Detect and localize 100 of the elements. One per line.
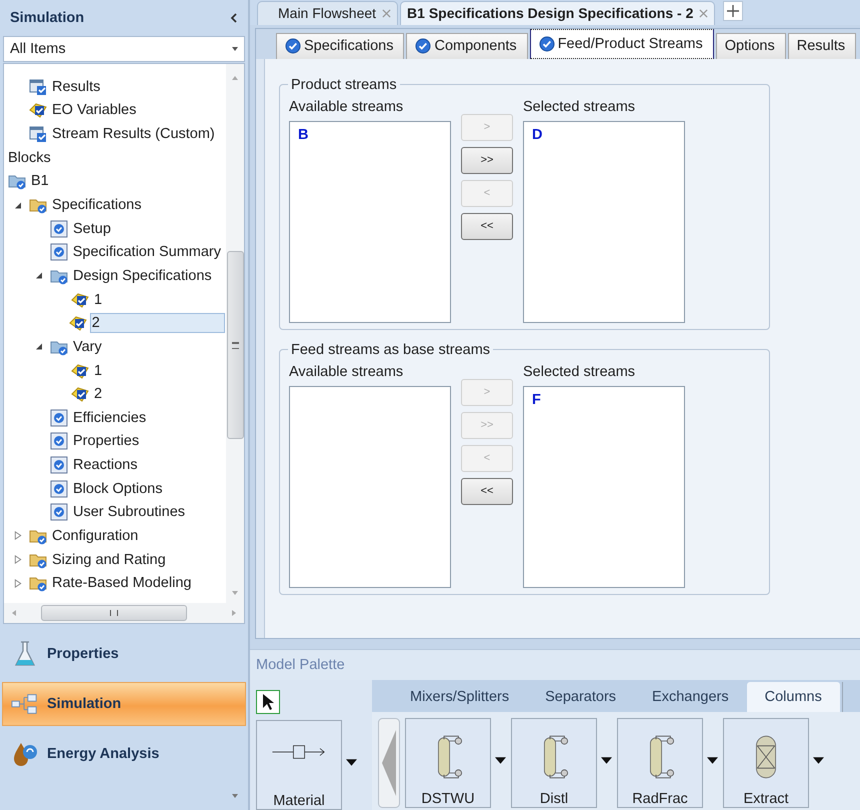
check-circle-icon bbox=[285, 38, 301, 54]
panel-title: Simulation bbox=[10, 10, 84, 26]
palette-tab[interactable]: Exchangers bbox=[634, 682, 747, 712]
collapsed-arrow-icon[interactable] bbox=[14, 531, 22, 540]
tree-item[interactable]: Configuration bbox=[50, 526, 142, 546]
form-check-icon bbox=[50, 503, 68, 522]
form-check-icon bbox=[50, 243, 68, 262]
pointer-tool-icon[interactable] bbox=[256, 690, 280, 714]
check-diamond-icon bbox=[71, 385, 89, 404]
model-button[interactable]: Extract bbox=[723, 718, 809, 808]
tree-item[interactable]: Stream Results (Custom) bbox=[50, 124, 219, 144]
collapsed-arrow-icon[interactable] bbox=[14, 578, 22, 588]
form-check-icon bbox=[50, 220, 68, 238]
expanded-arrow-icon[interactable] bbox=[35, 271, 43, 280]
dropdown-arrow-icon[interactable] bbox=[813, 757, 824, 764]
tree-item[interactable]: User Subroutines bbox=[71, 502, 190, 522]
tree-item[interactable]: Specification Summary bbox=[70, 242, 225, 262]
list-label: Selected streams bbox=[523, 98, 636, 115]
dropdown-arrow-icon[interactable] bbox=[495, 757, 506, 764]
expanded-arrow-icon[interactable] bbox=[14, 200, 22, 210]
dropdown-arrow-icon[interactable] bbox=[601, 757, 612, 764]
form-tab[interactable]: Feed/Product Streams bbox=[530, 28, 714, 59]
move-button[interactable]: << bbox=[461, 212, 513, 240]
tree-item[interactable]: Vary bbox=[71, 336, 106, 357]
stream-item[interactable]: F bbox=[532, 392, 676, 408]
selected-streams-list[interactable]: D bbox=[523, 120, 685, 323]
horizontal-scrollbar[interactable] bbox=[4, 603, 244, 623]
check-diamond-icon bbox=[71, 290, 89, 309]
dropdown-arrow-icon[interactable] bbox=[346, 759, 357, 766]
form-tab[interactable]: Results bbox=[788, 32, 856, 59]
tree-item[interactable]: Specifications bbox=[50, 195, 146, 216]
tree-item[interactable]: Sizing and Rating bbox=[50, 550, 170, 570]
document-tab[interactable]: B1 Specifications Design Specifications - 2 bbox=[400, 0, 716, 25]
collapse-icon[interactable] bbox=[230, 13, 238, 23]
tree-item[interactable]: Results bbox=[50, 76, 104, 97]
check-diamond-icon bbox=[29, 101, 47, 120]
tree-item[interactable]: Efficiencies bbox=[71, 408, 150, 428]
tree-item[interactable]: 1 bbox=[92, 360, 106, 380]
model-button[interactable]: RadFrac bbox=[617, 718, 703, 808]
available-streams-list[interactable]: B bbox=[289, 120, 451, 323]
nav-button[interactable]: Energy Analysis bbox=[2, 732, 246, 776]
tree-item[interactable]: 2 bbox=[92, 384, 106, 404]
close-icon[interactable] bbox=[382, 8, 392, 18]
move-button[interactable]: >> bbox=[461, 146, 513, 174]
form-check-icon bbox=[50, 480, 68, 498]
model-button[interactable]: DSTWU bbox=[405, 718, 491, 808]
tree-item[interactable]: EO Variables bbox=[50, 100, 140, 120]
available-streams-list[interactable] bbox=[289, 386, 451, 588]
form-check-icon bbox=[50, 456, 68, 474]
filter-dropdown[interactable]: All Items bbox=[3, 36, 245, 62]
scroll-down-icon[interactable] bbox=[232, 591, 238, 595]
tree-item[interactable]: 1 bbox=[92, 290, 106, 310]
check-circle-icon bbox=[538, 36, 555, 52]
tree-item[interactable]: Block Options bbox=[71, 478, 166, 499]
tree-item[interactable]: 2 bbox=[90, 313, 225, 334]
form-check-icon bbox=[50, 408, 68, 427]
vertical-scrollbar[interactable] bbox=[226, 64, 244, 603]
stream-item[interactable]: B bbox=[298, 126, 442, 143]
scroll-left-button[interactable] bbox=[378, 718, 400, 808]
model-button[interactable]: Distl bbox=[511, 718, 597, 808]
tree-heading: Blocks bbox=[7, 148, 52, 168]
form-tab[interactable]: Specifications bbox=[276, 32, 404, 59]
scroll-thumb[interactable] bbox=[41, 605, 187, 621]
selected-streams-list[interactable]: F bbox=[523, 386, 685, 588]
scroll-thumb[interactable] bbox=[227, 251, 244, 439]
more-arrow-icon[interactable] bbox=[232, 794, 238, 798]
move-button[interactable]: << bbox=[461, 478, 513, 505]
results-icon bbox=[29, 125, 47, 144]
list-label: Available streams bbox=[289, 98, 404, 115]
scroll-up-icon[interactable] bbox=[232, 76, 238, 80]
check-diamond-icon bbox=[68, 314, 87, 332]
tree-item[interactable]: Rate-Based Modeling bbox=[50, 573, 196, 594]
nav-button[interactable]: Properties bbox=[2, 632, 246, 676]
palette-tab[interactable]: Mixers/Splitters bbox=[392, 682, 528, 712]
add-tab-icon[interactable] bbox=[723, 0, 744, 21]
palette-tab[interactable]: Columns bbox=[746, 682, 840, 712]
close-icon[interactable] bbox=[699, 8, 708, 18]
results-icon bbox=[29, 78, 47, 96]
palette-tab[interactable]: Separators bbox=[527, 682, 634, 712]
tree-item[interactable]: Setup bbox=[71, 218, 115, 239]
collapsed-arrow-icon[interactable] bbox=[14, 555, 22, 564]
form-tab[interactable]: Components bbox=[406, 32, 528, 59]
tree-item[interactable]: B1 bbox=[29, 171, 53, 192]
nav-button[interactable]: Simulation bbox=[2, 682, 246, 726]
scroll-right-icon[interactable] bbox=[232, 610, 236, 616]
check-diamond-icon bbox=[71, 362, 89, 380]
tree-item[interactable]: Reactions bbox=[71, 455, 142, 476]
form-tab[interactable]: Options bbox=[716, 32, 786, 59]
expanded-arrow-icon[interactable] bbox=[35, 342, 43, 352]
dropdown-arrow-icon[interactable] bbox=[707, 757, 718, 764]
list-label: Available streams bbox=[289, 364, 404, 380]
palette-title: Model Palette bbox=[256, 657, 345, 673]
document-tab[interactable]: Main Flowsheet bbox=[257, 0, 398, 25]
stream-item[interactable]: D bbox=[532, 126, 676, 143]
material-stream-button[interactable]: Material bbox=[256, 720, 342, 810]
tree-item[interactable]: Design Specifications bbox=[71, 266, 216, 286]
group-title: Feed streams as base streams bbox=[290, 342, 492, 358]
form-check-icon bbox=[50, 432, 68, 450]
tree-item[interactable]: Properties bbox=[71, 431, 144, 452]
scroll-left-icon[interactable] bbox=[12, 610, 16, 616]
